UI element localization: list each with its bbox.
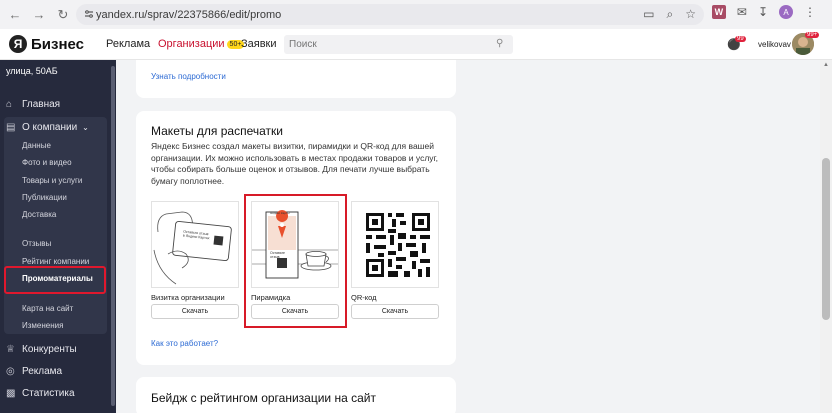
rating-badge-title: Бейдж с рейтингом организации на сайт [151,391,376,405]
print-layouts-description: Яндекс Бизнес создал макеты визитки, пир… [151,141,438,186]
yandex-business-logo[interactable]: Я Бизнес [9,35,84,53]
sidebar-item-label: Статистика [22,388,75,399]
forward-icon[interactable]: → [30,6,48,24]
trophy-icon: ♕ [6,343,15,355]
sidebar-item-changes[interactable]: Изменения [22,321,63,330]
sidebar-item-home[interactable]: ⌂ Главная [6,99,60,110]
sidebar-item-data[interactable]: Данные [22,141,51,150]
search-input[interactable] [284,35,513,54]
search-icon[interactable]: ⚲ [496,38,503,49]
logo-text: Бизнес [31,35,85,53]
site-settings-icon[interactable] [84,9,94,19]
sidebar-item-statistics[interactable]: ▩ Статистика [6,388,75,399]
qr-code-preview [351,201,439,288]
address-bar[interactable]: yandex.ru/sprav/22375866/edit/promo ▭ ⌕ … [76,4,704,25]
url-text[interactable]: yandex.ru/sprav/22375866/edit/promo [96,9,281,21]
business-card-preview: Оставьте отзыв в Яндекс Картах [151,201,239,288]
sidebar-item-label: О компании [22,122,78,133]
download-qr-code-button[interactable]: Скачать [351,304,439,319]
menu-kebab-icon[interactable]: ⋮ [804,5,816,19]
sidebar-item-label: Конкуренты [22,344,77,355]
megaphone-icon: ◎ [6,365,15,377]
back-icon[interactable]: ← [6,6,24,24]
scroll-up-arrow-icon[interactable]: ▲ [823,62,829,68]
chevron-down-icon: ⌄ [82,123,89,132]
learn-more-link[interactable]: Узнать подробности [151,72,226,81]
sidebar-item-map-widget[interactable]: Карта на сайт [22,304,73,313]
sidebar-item-delivery[interactable]: Доставка [22,210,56,219]
username[interactable]: velikovav [758,40,791,49]
app-header: Я Бизнес Реклама Организации50+ Заявки ⚲… [0,29,832,60]
sidebar-item-label: Реклама [22,366,63,377]
profile-avatar[interactable]: A [779,5,793,19]
business-card-label: Визитка организации [151,293,225,302]
sidebar-item-reviews[interactable]: Отзывы [22,239,51,248]
sidebar-item-competitors[interactable]: ♕ Конкуренты [6,344,77,355]
page-scrollbar-thumb[interactable] [822,158,830,320]
business-card-illustration [153,211,232,285]
zoom-icon[interactable]: ⌕ [667,7,674,22]
sidebar-item-goods[interactable]: Товары и услуги [22,176,82,185]
how-it-works-link[interactable]: Как это работает? [151,339,218,348]
pyramid-highlight-frame [244,194,347,328]
sidebar-item-ads[interactable]: ◎ Реклама [6,366,62,377]
nav-organizations[interactable]: Организации 50+ [158,38,245,50]
sidebar-group-about [4,117,107,334]
nav-ads[interactable]: Реклама [106,38,150,50]
qr-code-label: QR-код [351,293,377,302]
home-icon: ⌂ [6,98,13,110]
chart-icon: ▩ [6,387,16,399]
bookmark-star-icon[interactable]: ☆ [685,7,696,22]
sidebar-item-about[interactable]: ▤ О компании ⌄ [6,122,89,133]
extension-w-icon[interactable]: W [711,5,726,19]
download-business-card-button[interactable]: Скачать [151,304,239,319]
document-icon: ▤ [6,121,16,133]
sidebar-item-rating[interactable]: Рейтинг компании [22,257,89,266]
sidebar-address: улица, 50АБ [6,66,58,76]
sidebar-item-publications[interactable]: Публикации [22,193,67,202]
sidebar-item-photos[interactable]: Фото и видео [22,158,72,167]
print-layouts-title: Макеты для распечатки [151,124,283,138]
download-icon[interactable]: ↧ [758,5,768,19]
avatar-count-badge: 99+ [805,32,820,38]
sidebar-item-label: Главная [22,99,61,110]
yandex-logo-icon: Я [9,35,27,53]
qr-code-image [366,213,430,277]
nav-requests[interactable]: Заявки [241,38,277,50]
sidebar-scrollbar-thumb[interactable] [111,66,115,406]
reload-icon[interactable]: ↻ [54,6,72,24]
promo-highlight-frame [4,266,106,294]
notifications-count-badge: 99 [735,36,746,42]
install-app-icon[interactable]: ▭ [643,7,654,22]
extensions-puzzle-icon[interactable]: ✉ [737,5,747,19]
